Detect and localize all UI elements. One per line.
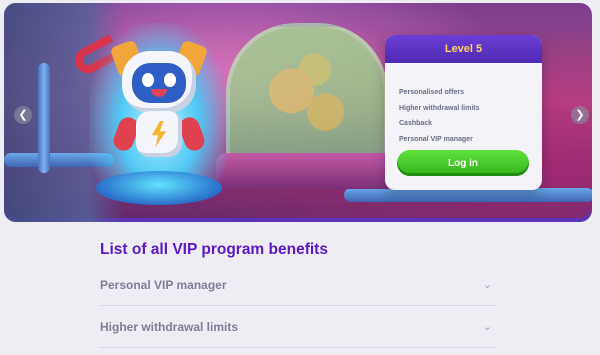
vip-level-card: Level 5 Personalised offers Higher withd…: [385, 35, 542, 190]
carousel-next-button[interactable]: ❯: [571, 106, 589, 124]
list-item: Personalised offers: [399, 89, 464, 96]
benefits-section-title: List of all VIP program benefits: [100, 241, 328, 258]
benefits-accordion: Personal VIP manager ⌄ Higher withdrawal…: [100, 264, 496, 348]
list-item: Personal VIP manager: [399, 135, 473, 143]
accordion-item-higher-withdrawal-limits[interactable]: Higher withdrawal limits ⌄: [100, 306, 496, 348]
level-title: Level 5: [385, 35, 542, 63]
chevron-down-icon: ⌄: [482, 321, 492, 333]
list-item: Cashback: [399, 120, 433, 127]
chevron-right-icon: ❯: [575, 109, 585, 121]
list-item: Higher withdrawal limits: [399, 104, 480, 112]
teleport-platform-illustration: [96, 171, 222, 205]
login-button[interactable]: Log in: [397, 150, 529, 176]
chevron-left-icon: ❮: [18, 109, 28, 121]
chevron-down-icon: ⌄: [482, 279, 492, 291]
robot-mascot-illustration: [104, 33, 214, 173]
accordion-item-personal-vip-manager[interactable]: Personal VIP manager ⌄: [100, 264, 496, 306]
carousel-prev-button[interactable]: ❮: [14, 106, 32, 124]
accordion-item-label: Personal VIP manager: [100, 277, 227, 292]
dome-base-illustration: [216, 153, 398, 189]
accordion-item-label: Higher withdrawal limits: [100, 319, 239, 334]
glass-dome-illustration: [226, 23, 388, 173]
pipe-illustration: [344, 188, 592, 202]
lightning-bolt-icon: [151, 121, 167, 147]
level-benefits-list: Personalised offers Higher withdrawal li…: [385, 63, 542, 147]
pipe-illustration: [38, 63, 50, 173]
